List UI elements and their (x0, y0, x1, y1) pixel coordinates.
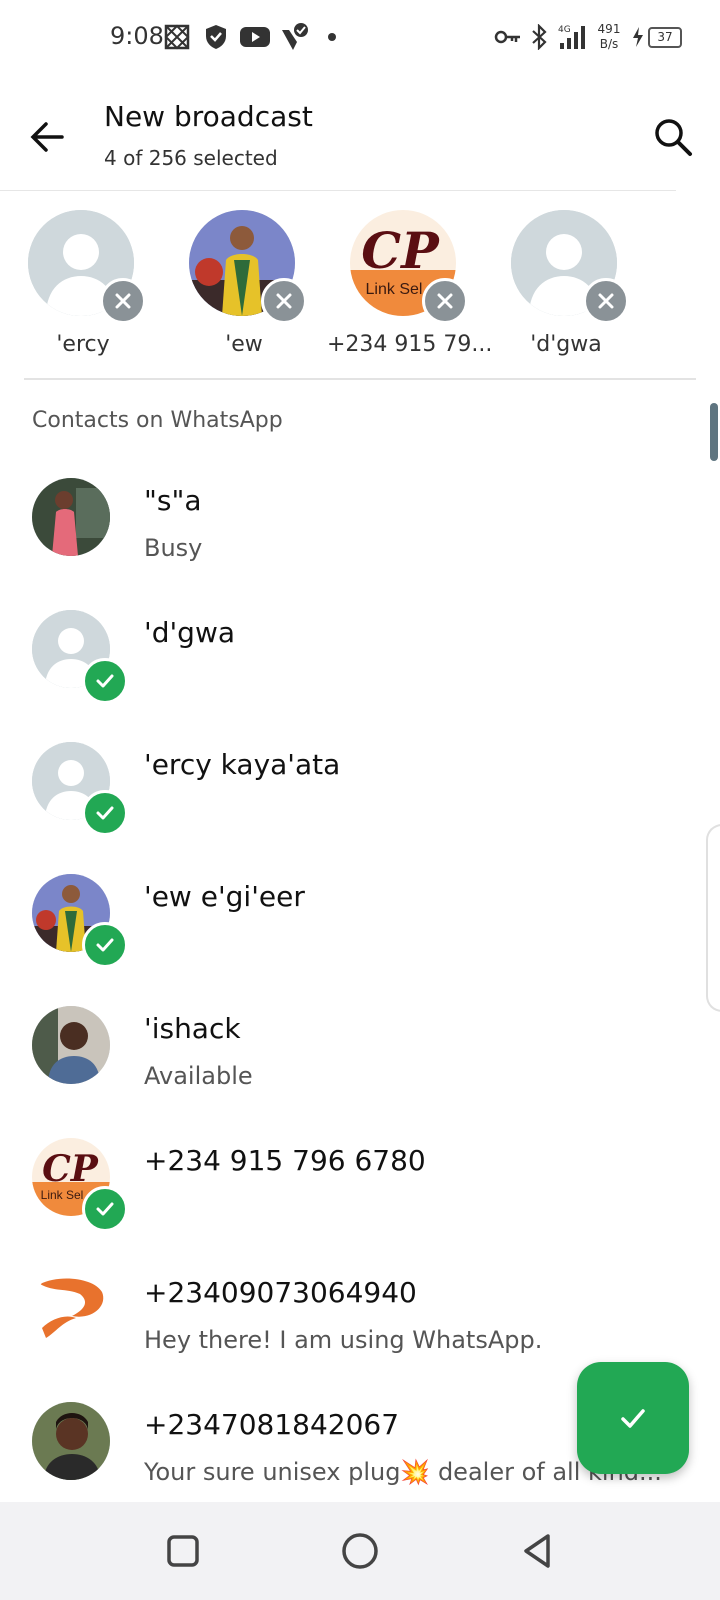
net-speed: 491 B/s (594, 18, 624, 56)
close-icon (437, 293, 453, 309)
contact-photo-avatar (32, 1402, 110, 1480)
battery-level: 37 (648, 26, 682, 48)
selected-contacts-strip: 'ercy 'ew CP Link Sel +234 915 79... 'd'g… (0, 192, 720, 377)
contact-name: +23409073064940 (144, 1276, 417, 1309)
selected-chip-name: +234 915 79... (327, 332, 493, 357)
net-speed-unit: B/s (599, 37, 619, 51)
contact-status: Busy (144, 534, 203, 562)
contact-name: +2347081842067 (144, 1408, 400, 1441)
home-button[interactable] (335, 1526, 385, 1576)
back-arrow-icon (30, 122, 64, 152)
back-button[interactable] (22, 110, 76, 164)
app-header: New broadcast 4 of 256 selected (0, 80, 720, 188)
orange-logo-avatar (32, 1270, 110, 1348)
contact-row[interactable]: +23409073064940 Hey there! I am using Wh… (0, 1250, 720, 1378)
contact-name: +234 915 796 6780 (144, 1144, 426, 1177)
network-type: 4G (558, 25, 571, 35)
selection-divider (24, 378, 696, 380)
contact-name: 'ishack (144, 1012, 241, 1045)
notification-dot-icon (326, 22, 338, 52)
scrollbar-thumb[interactable] (710, 403, 718, 461)
remove-selected-button[interactable] (261, 278, 307, 324)
contact-name: 'd'gwa (144, 616, 235, 649)
bluetooth-icon (528, 22, 550, 52)
contact-row[interactable]: 'ew e'gi'eer (0, 854, 720, 982)
selected-chip[interactable]: 'ercy (5, 210, 155, 360)
page-title: New broadcast (104, 100, 313, 133)
contact-photo-avatar (32, 1006, 110, 1084)
grid-app-icon (162, 22, 192, 52)
cp-logo-subtext: Link Sel (41, 1188, 84, 1202)
selected-check-badge (82, 1186, 128, 1232)
section-header: Contacts on WhatsApp (32, 408, 283, 433)
search-icon (655, 119, 692, 156)
selected-chip[interactable]: CP Link Sel +234 915 79... (327, 210, 492, 360)
check-icon (621, 1409, 645, 1428)
contact-row[interactable]: 'd'gwa (0, 590, 720, 718)
cp-logo-subtext: Link Sel (366, 281, 423, 298)
selected-chip[interactable]: 'd'gwa (488, 210, 638, 360)
close-icon (598, 293, 614, 309)
cp-logo-text: CP (42, 1148, 99, 1190)
check-icon (96, 1202, 114, 1216)
shield-icon (202, 22, 230, 52)
remove-selected-button[interactable] (100, 278, 146, 324)
selected-check-badge (82, 790, 128, 836)
circle-icon (342, 1533, 378, 1569)
contact-status: Hey there! I am using WhatsApp. (144, 1326, 543, 1354)
contact-row[interactable]: "s"a Busy (0, 458, 720, 586)
recents-button[interactable] (158, 1526, 208, 1576)
edge-panel-handle[interactable] (706, 824, 720, 1012)
cp-logo-text: CP (361, 221, 440, 280)
check-icon (96, 938, 114, 952)
check-icon (96, 806, 114, 820)
selected-check-badge (82, 658, 128, 704)
search-button[interactable] (646, 110, 700, 164)
selection-count: 4 of 256 selected (104, 146, 278, 170)
contact-name: 'ercy kaya'ata (144, 748, 341, 781)
contact-status: Available (144, 1062, 253, 1090)
selected-chip-name: 'ew (225, 332, 263, 357)
battery-icon: 37 (628, 22, 684, 52)
check-icon (96, 674, 114, 688)
status-bar: 9:08 4G 491 B/s 37 (0, 0, 720, 80)
confirm-selection-button[interactable] (577, 1362, 689, 1474)
status-time: 9:08 (110, 22, 164, 50)
key-icon (494, 22, 522, 52)
remove-selected-button[interactable] (583, 278, 629, 324)
remove-selected-button[interactable] (422, 278, 468, 324)
selected-chip[interactable]: 'ew (166, 210, 316, 360)
net-speed-value: 491 (597, 22, 621, 36)
contact-row[interactable]: 'ercy kaya'ata (0, 722, 720, 850)
contact-photo-avatar (32, 478, 110, 556)
close-icon (115, 293, 131, 309)
system-nav-bar (0, 1502, 720, 1600)
app-badge-icon (278, 22, 312, 52)
triangle-back-icon (524, 1534, 550, 1568)
close-icon (276, 293, 292, 309)
contact-name: 'ew e'gi'eer (144, 880, 305, 913)
selected-check-badge (82, 922, 128, 968)
selected-chip-name: 'd'gwa (530, 332, 602, 357)
header-divider (0, 190, 676, 191)
signal-icon: 4G (558, 22, 588, 52)
back-nav-button[interactable] (512, 1526, 562, 1576)
contact-row[interactable]: CP Link Sel +234 915 796 6780 (0, 1118, 720, 1246)
selected-chip-name: 'ercy (56, 332, 110, 357)
contact-row[interactable]: 'ishack Available (0, 986, 720, 1114)
square-icon (167, 1535, 199, 1567)
contact-name: "s"a (144, 484, 202, 517)
youtube-icon (238, 22, 272, 52)
